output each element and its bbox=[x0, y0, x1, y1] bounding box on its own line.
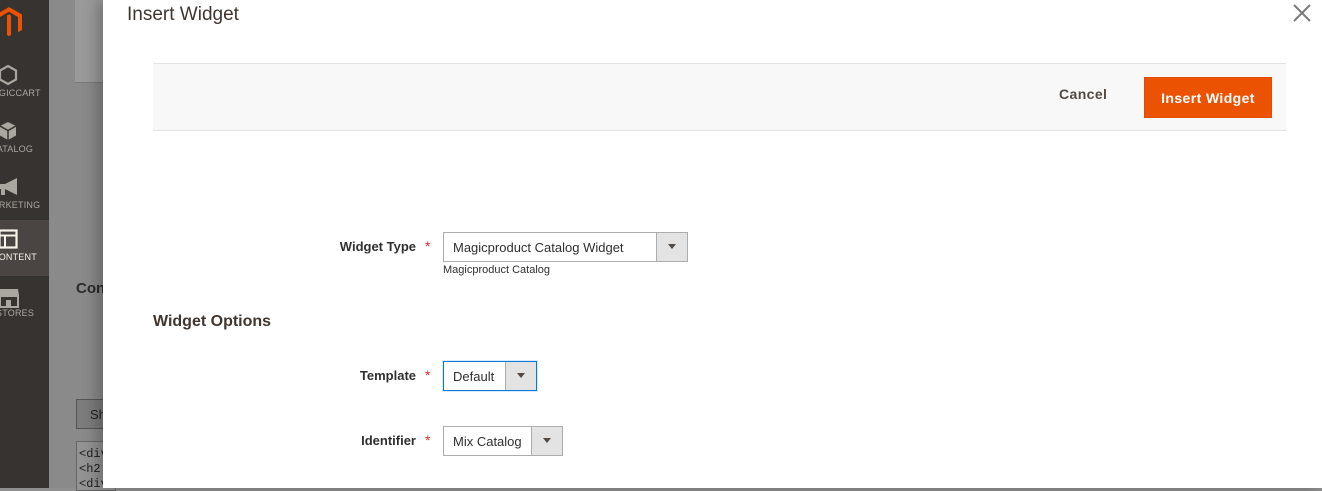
template-select[interactable]: Default bbox=[443, 361, 537, 391]
required-marker: * bbox=[425, 432, 431, 448]
required-marker: * bbox=[425, 367, 431, 383]
hexagon-icon bbox=[0, 64, 18, 91]
identifier-select[interactable]: Mix Catalog bbox=[443, 426, 563, 456]
insert-widget-button[interactable]: Insert Widget bbox=[1144, 77, 1272, 118]
widget-options-title: Widget Options bbox=[153, 313, 272, 330]
layout-icon bbox=[0, 229, 18, 254]
sidebar-item-magiccart[interactable]: MAGICCART bbox=[0, 58, 49, 114]
megaphone-icon bbox=[0, 177, 22, 202]
identifier-value: Mix Catalog bbox=[453, 434, 522, 449]
required-marker: * bbox=[425, 238, 431, 254]
background-section-title: Con bbox=[76, 280, 106, 297]
sidebar-item-catalog[interactable]: CATALOG bbox=[0, 114, 49, 170]
box-icon bbox=[0, 120, 18, 147]
sidebar-item-label: MAGICCART bbox=[0, 88, 41, 98]
chevron-down-icon bbox=[531, 427, 562, 455]
template-label: Template bbox=[359, 368, 416, 383]
widget-type-value: Magicproduct Catalog Widget bbox=[453, 240, 624, 255]
close-icon bbox=[1289, 4, 1315, 30]
chevron-down-icon bbox=[505, 362, 536, 390]
widget-type-note: Magicproduct Catalog bbox=[443, 264, 551, 276]
sidebar-item-stores[interactable]: STORES bbox=[0, 282, 49, 338]
identifier-label: Identifier bbox=[361, 433, 416, 448]
chevron-down-icon bbox=[656, 233, 687, 261]
sidebar-item-content[interactable]: CONTENT bbox=[0, 220, 49, 276]
sidebar-item-label: CONTENT bbox=[0, 252, 37, 262]
close-button[interactable] bbox=[1289, 0, 1315, 26]
magento-logo-icon[interactable] bbox=[0, 6, 24, 43]
insert-widget-modal: Insert Widget Cancel Insert Widget Widge… bbox=[103, 0, 1322, 488]
cancel-button[interactable]: Cancel bbox=[1059, 86, 1107, 102]
sidebar-item-marketing[interactable]: MARKETING bbox=[0, 170, 49, 226]
admin-sidebar: MAGICCART CATALOG MARKETING CONTENT STOR… bbox=[0, 0, 49, 488]
sidebar-item-label: MARKETING bbox=[0, 200, 41, 210]
widget-type-select[interactable]: Magicproduct Catalog Widget bbox=[443, 232, 688, 262]
modal-title: Insert Widget bbox=[127, 4, 239, 25]
template-value: Default bbox=[453, 369, 495, 384]
sidebar-item-label: CATALOG bbox=[0, 144, 34, 154]
sidebar-item-label: STORES bbox=[0, 308, 35, 318]
modal-action-bar: Cancel Insert Widget bbox=[153, 63, 1286, 131]
widget-type-label: Widget Type bbox=[339, 239, 416, 254]
